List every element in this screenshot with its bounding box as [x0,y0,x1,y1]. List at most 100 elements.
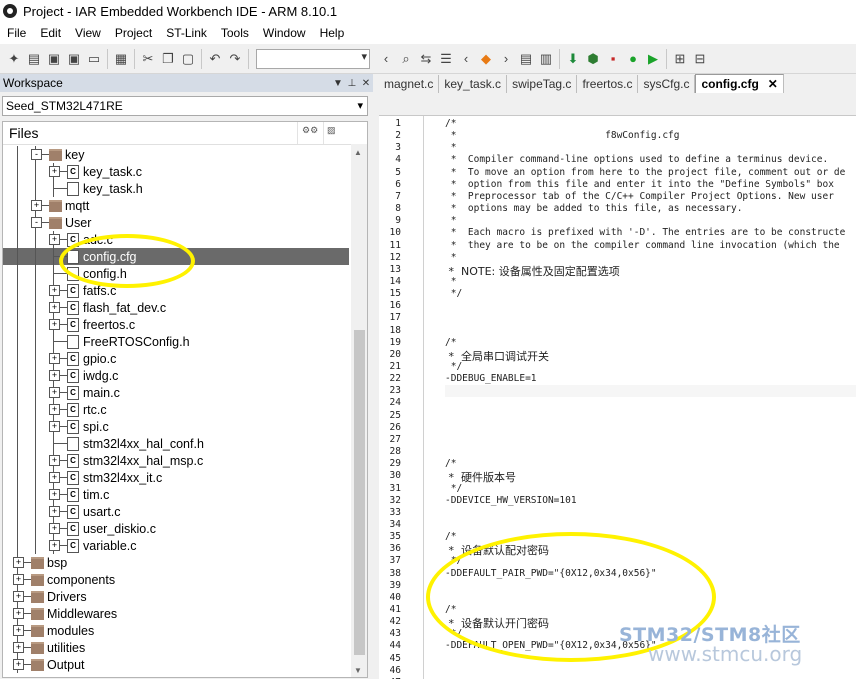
tab-syscfg-c[interactable]: sysCfg.c [638,75,696,93]
paste-icon[interactable]: ▢ [180,50,197,67]
menu-help[interactable]: Help [313,26,352,40]
expand-icon[interactable]: + [13,659,24,670]
c-file-icon: C [67,352,79,366]
expand-icon[interactable]: + [49,506,60,517]
find-combo-box[interactable] [256,48,370,69]
expand-icon[interactable]: + [13,625,24,636]
menu-file[interactable]: File [0,26,33,40]
replace-icon[interactable]: ⇆ [418,50,435,67]
goto-line-icon[interactable]: ☰ [438,50,455,67]
scroll-up-icon[interactable]: ▲ [354,148,362,157]
expand-icon[interactable]: + [49,455,60,466]
expand-icon[interactable]: + [13,591,24,602]
tab-swipetag-c[interactable]: swipeTag.c [507,75,578,93]
expand-icon[interactable]: + [13,557,24,568]
code-line: * option from this file and enter it int… [445,178,834,190]
code-line: * Each macro is prefixed with '-D'. The … [445,227,846,239]
expand-icon[interactable]: + [49,404,60,415]
tree-folder-item[interactable]: Middlewares [3,605,349,622]
cut-icon[interactable]: ✂ [140,50,157,67]
line-number: 10 [389,227,401,239]
debug-without-download-icon[interactable]: ▶ [645,50,662,67]
modified-column-icon[interactable]: ▨ [327,125,343,139]
scroll-down-icon[interactable]: ▼ [354,666,362,675]
tab-magnet-c[interactable]: magnet.c [379,75,440,93]
expand-icon[interactable]: + [49,285,60,296]
compile-icon[interactable]: ▥ [538,50,555,67]
layout-icon[interactable]: ⊟ [692,50,709,67]
menu-tools[interactable]: Tools [214,26,256,40]
close-file-icon[interactable]: ▭ [86,50,103,67]
print-icon[interactable]: ▦ [113,50,130,67]
close-icon[interactable]: ✕ [359,78,373,89]
expand-icon[interactable]: + [49,234,60,245]
menu-edit[interactable]: Edit [33,26,68,40]
previous-icon[interactable]: ‹ [458,50,475,67]
line-number: 18 [389,324,401,336]
tab-freertos-c[interactable]: freertos.c [577,75,639,93]
collapse-icon[interactable]: - [31,217,42,228]
expand-icon[interactable]: + [49,472,60,483]
menu-view[interactable]: View [68,26,108,40]
title-bar: Project - IAR Embedded Workbench IDE - A… [0,0,856,22]
undo-icon[interactable]: ↶ [207,50,224,67]
code-line: -DDEBUG_ENABLE=1 [445,373,537,385]
expand-icon[interactable]: + [49,302,60,313]
expand-icon[interactable]: + [13,574,24,585]
make-icon[interactable]: ⬢ [585,50,602,67]
code-line: * [445,215,457,227]
find-icon[interactable]: ⌕ [398,50,415,67]
expand-icon[interactable]: + [13,608,24,619]
redo-icon[interactable]: ↷ [227,50,244,67]
bookmark-icon[interactable]: ◆ [478,50,495,67]
save-icon[interactable]: ▣ [46,50,63,67]
debug-icon[interactable]: ● [625,50,642,67]
dropdown-icon[interactable]: ▼ [331,78,345,89]
tree-guide-line [17,180,18,197]
menu-st-link[interactable]: ST-Link [159,26,214,40]
pin-icon[interactable]: ⊥ [345,78,359,89]
editor-tabs: magnet.c key_task.c swipeTag.c freertos.c sy… [379,74,856,93]
highlight-ellipse [59,234,195,288]
tree-guide-line [17,197,18,214]
tree-folder-item[interactable]: modules [3,622,349,639]
expand-icon[interactable]: + [31,200,42,211]
new-file-icon[interactable]: ✦ [6,50,23,67]
collapse-icon[interactable]: - [31,149,42,160]
expand-icon[interactable]: + [13,642,24,653]
scrollbar-thumb[interactable] [354,330,365,655]
expand-icon[interactable]: + [49,166,60,177]
tab-key-task-c[interactable]: key_task.c [439,75,508,93]
code-line: * [445,251,457,263]
expand-icon[interactable]: + [49,421,60,432]
save-all-icon[interactable]: ▣ [66,50,83,67]
tree-folder-item[interactable]: Output [3,656,349,673]
copy-icon[interactable]: ❐ [160,50,177,67]
expand-icon[interactable]: + [49,387,60,398]
stop-build-icon[interactable]: ▪ [605,50,622,67]
tree-scrollbar[interactable]: ▲ ▼ [351,144,367,677]
tree-folder-item[interactable]: Drivers [3,588,349,605]
expand-icon[interactable]: + [49,540,60,551]
menu-window[interactable]: Window [256,26,313,40]
breakpoint-icon[interactable]: ⊞ [672,50,689,67]
next-icon[interactable]: › [498,50,515,67]
expand-icon[interactable]: + [49,370,60,381]
close-tab-icon[interactable]: ✕ [768,77,778,91]
expand-icon[interactable]: + [49,523,60,534]
expand-icon[interactable]: + [49,319,60,330]
workspace-config-select[interactable]: Seed_STM32L471RE ▾ [2,96,368,116]
tab-config-cfg[interactable]: config.cfg ✕ [695,74,784,93]
download-icon[interactable]: ⬇ [565,50,582,67]
settings-column-icon[interactable]: ⚙⚙ [302,125,318,139]
expand-icon[interactable]: + [49,489,60,500]
build-icon[interactable]: ▤ [518,50,535,67]
tree-folder-item[interactable]: utilities [3,639,349,656]
line-number: 16 [389,300,401,312]
menu-project[interactable]: Project [108,26,159,40]
tree-folder-item[interactable]: bsp [3,554,349,571]
open-folder-icon[interactable]: ▤ [26,50,43,67]
expand-icon[interactable]: + [49,353,60,364]
navigate-back-icon[interactable]: ‹ [378,50,395,67]
tree-folder-item[interactable]: components [3,571,349,588]
